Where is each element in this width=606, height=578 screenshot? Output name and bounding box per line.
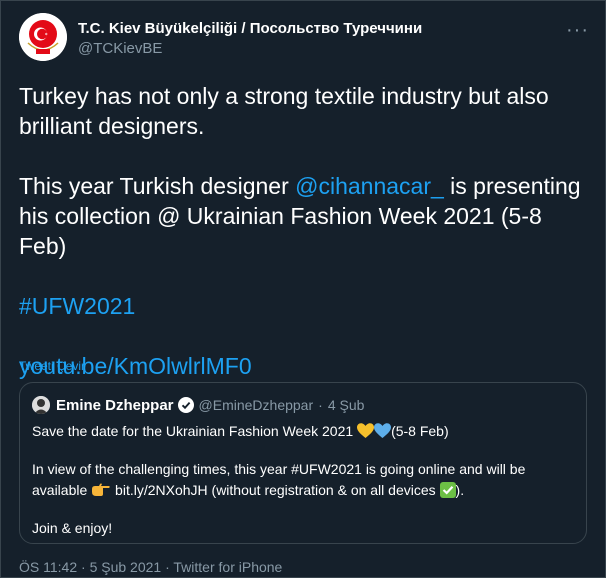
quoted-text-segment: (without registration & on all devices: [207, 482, 440, 498]
author-display-name[interactable]: T.C. Kiev Büyükelçiliği / Посольство Тур…: [78, 20, 422, 37]
blue-heart-icon: [374, 423, 392, 438]
quoted-author-avatar[interactable]: [32, 396, 50, 414]
check-mark-button-icon: [439, 482, 456, 498]
tweet-time[interactable]: ÖS 11:42: [19, 559, 77, 575]
embassy-emblem-icon: [19, 13, 67, 61]
quoted-author-handle: @EmineDzheppar: [198, 397, 314, 413]
translate-tweet-link[interactable]: Tweeti Çevir: [19, 359, 85, 373]
more-options-icon[interactable]: ···: [566, 19, 589, 42]
meta-separator: ·: [318, 397, 323, 413]
quoted-tweet[interactable]: Emine Dzheppar @EmineDzheppar · 4 Şub Sa…: [19, 382, 587, 544]
quoted-text-segment: (5-8 Feb): [391, 423, 449, 439]
quoted-tweet-header: Emine Dzheppar @EmineDzheppar · 4 Şub: [32, 396, 364, 414]
tweet-line: his collection @ Ukrainian Fashion Week …: [19, 203, 542, 259]
tweet-text-segment: This year Turkish designer: [19, 173, 296, 199]
author-avatar[interactable]: [19, 13, 67, 61]
mention-link[interactable]: @cihannacar_: [295, 173, 444, 199]
tweet-date[interactable]: 5 Şub 2021: [90, 559, 162, 575]
tweet-text-segment: is presenting: [443, 173, 581, 199]
quoted-line: Save the date for the Ukrainian Fashion …: [32, 421, 572, 442]
quoted-link[interactable]: bit.ly/2NXohJH: [115, 482, 208, 498]
quoted-line: available bit.ly/2NXohJH (without regist…: [32, 480, 572, 501]
pointing-hand-icon: [92, 483, 110, 496]
tweet-line: Turkey has not only a strong textile ind…: [19, 83, 549, 109]
author-handle[interactable]: @TCKievBE: [78, 40, 422, 57]
author-names: T.C. Kiev Büyükelçiliği / Посольство Тур…: [78, 20, 422, 57]
tweet-text: Turkey has not only a strong textile ind…: [19, 81, 589, 381]
footer-separator: ·: [81, 559, 86, 575]
quoted-tweet-date: 4 Şub: [327, 397, 365, 413]
quoted-line: In view of the challenging times, this y…: [32, 461, 526, 477]
tweet-card: T.C. Kiev Büyükelçiliği / Посольство Тур…: [0, 0, 606, 578]
quoted-text-segment: available: [32, 482, 92, 498]
quoted-line: Join & enjoy!: [32, 520, 113, 536]
verified-badge-icon: [177, 397, 194, 413]
quoted-text-segment: Save the date for the Ukrainian Fashion …: [32, 423, 358, 439]
quoted-text-segment: ).: [455, 482, 465, 498]
hashtag-link[interactable]: #UFW2021: [19, 293, 135, 319]
quoted-author-name[interactable]: Emine Dzheppar: [56, 397, 174, 414]
tweet-line: This year Turkish designer @cihannacar_ …: [19, 171, 589, 201]
tweet-header: T.C. Kiev Büyükelçiliği / Посольство Тур…: [19, 13, 589, 63]
tweet-footer: ÖS 11:42 · 5 Şub 2021 · Twitter for iPho…: [19, 559, 282, 575]
person-silhouette-icon: [32, 396, 50, 414]
quoted-tweet-text: Save the date for the Ukrainian Fashion …: [32, 421, 572, 539]
tweet-source[interactable]: Twitter for iPhone: [173, 559, 282, 575]
tweet-line: brilliant designers.: [19, 113, 205, 139]
yellow-heart-icon: [357, 423, 375, 438]
footer-separator: ·: [165, 559, 170, 575]
